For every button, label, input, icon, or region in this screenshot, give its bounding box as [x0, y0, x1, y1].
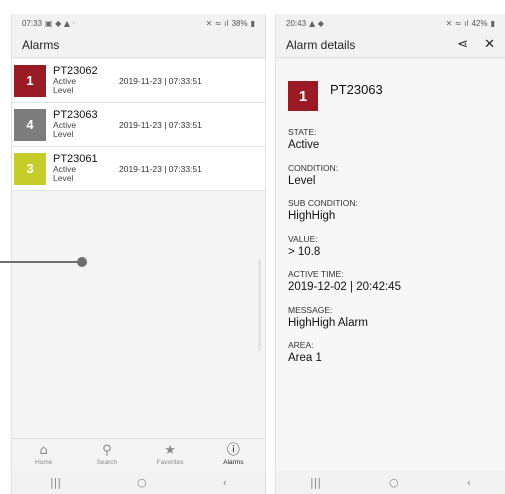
alarm-condition: Level [53, 85, 74, 96]
signal-icon: ✕ ≈ ıl [445, 18, 469, 28]
notification-icons: ▣ ◆ ▲ · [45, 18, 76, 28]
field-value: VALUE: > 10.8 [288, 233, 321, 258]
nav-search[interactable]: ⚲ Search [75, 439, 138, 470]
alarm-list: 1 PT23062 Active Level 2019-11-23 | 07:3… [12, 59, 265, 438]
app-bar: Alarms [12, 32, 265, 58]
scrollbar[interactable] [258, 259, 261, 351]
system-navigation-bar: ||| ○ ‹ [276, 470, 505, 494]
field-state: STATE: Active [288, 127, 320, 152]
status-time: 07:33 [22, 18, 43, 28]
field-sub-condition: SUB CONDITION: HighHigh [288, 198, 358, 223]
slider-handle[interactable] [77, 257, 87, 267]
notification-icons: ▲ ◆ [309, 18, 324, 28]
alarm-alert-icon: ⓘ [226, 442, 240, 458]
page-title: Alarms [22, 37, 60, 52]
recent-apps-icon[interactable]: ||| [50, 476, 61, 489]
status-bar: 07:33 ▣ ◆ ▲ · ✕ ≈ ıl 38% ▮ [12, 14, 265, 32]
priority-badge: 4 [14, 108, 46, 141]
home-icon: ⌂ [39, 442, 48, 458]
signal-icon: ✕ ≈ ıl [205, 18, 229, 28]
alarm-tag: PT23063 [330, 82, 383, 97]
nav-favorites[interactable]: ★ Favorites [139, 439, 202, 470]
page-title: Alarm details [286, 37, 356, 52]
status-bar: 20:43 ▲ ◆ ✕ ≈ ıl 42% ▮ [276, 14, 505, 32]
field-message: MESSAGE: HighHigh Alarm [288, 304, 368, 329]
alarm-row-pt23061[interactable]: 3 PT23061 Active Level 2019-11-23 | 07:3… [12, 147, 265, 191]
nav-alarms[interactable]: ⓘ Alarms [202, 439, 265, 470]
field-area: AREA: Area 1 [288, 340, 322, 365]
share-icon[interactable]: ⋖ [457, 37, 468, 52]
nav-home[interactable]: ⌂ Home [12, 439, 75, 470]
back-icon[interactable]: ‹ [223, 476, 227, 489]
home-button-icon[interactable]: ○ [137, 476, 147, 489]
battery-percent: 42% [471, 18, 488, 28]
system-navigation-bar: ||| ○ ‹ [12, 470, 265, 494]
field-condition: CONDITION: Level [288, 162, 339, 187]
alarm-condition: Level [53, 129, 74, 140]
search-icon: ⚲ [102, 442, 112, 458]
battery-icon: ▮ [490, 18, 495, 28]
alarm-details-panel: 1 PT23063 STATE: Active CONDITION: Level… [276, 59, 505, 470]
priority-badge: 1 [14, 64, 46, 97]
battery-percent: 38% [231, 18, 248, 28]
priority-badge: 1 [288, 81, 318, 111]
battery-icon: ▮ [250, 18, 255, 28]
alarm-time: 2019-11-23 | 07:33:51 [119, 119, 202, 130]
back-icon[interactable]: ‹ [467, 476, 471, 489]
status-time: 20:43 [286, 18, 307, 28]
alarms-list-screen: 07:33 ▣ ◆ ▲ · ✕ ≈ ıl 38% ▮ Alarms 1 PT23… [11, 14, 266, 494]
close-icon[interactable]: ✕ [484, 37, 495, 52]
screenshot-canvas: 07:33 ▣ ◆ ▲ · ✕ ≈ ıl 38% ▮ Alarms 1 PT23… [0, 0, 505, 494]
alarm-row-pt23062[interactable]: 1 PT23062 Active Level 2019-11-23 | 07:3… [12, 59, 265, 103]
alarm-row-pt23063[interactable]: 4 PT23063 Active Level 2019-11-23 | 07:3… [12, 103, 265, 147]
recent-apps-icon[interactable]: ||| [310, 476, 321, 489]
field-active-time: ACTIVE TIME: 2019-12-02 | 20:42:45 [288, 269, 401, 294]
bottom-navigation: ⌂ Home ⚲ Search ★ Favorites ⓘ Alarms [12, 438, 265, 470]
app-bar: Alarm details ⋖ ✕ [276, 32, 505, 58]
alarm-time: 2019-11-23 | 07:33:51 [119, 163, 202, 174]
alarm-details-screen: 20:43 ▲ ◆ ✕ ≈ ıl 42% ▮ Alarm details ⋖ ✕… [275, 14, 505, 494]
alarm-time: 2019-11-23 | 07:33:51 [119, 75, 202, 86]
alarm-condition: Level [53, 173, 74, 184]
home-button-icon[interactable]: ○ [389, 476, 399, 489]
slider-track [0, 261, 82, 263]
star-icon: ★ [164, 442, 176, 458]
priority-badge: 3 [14, 152, 46, 185]
